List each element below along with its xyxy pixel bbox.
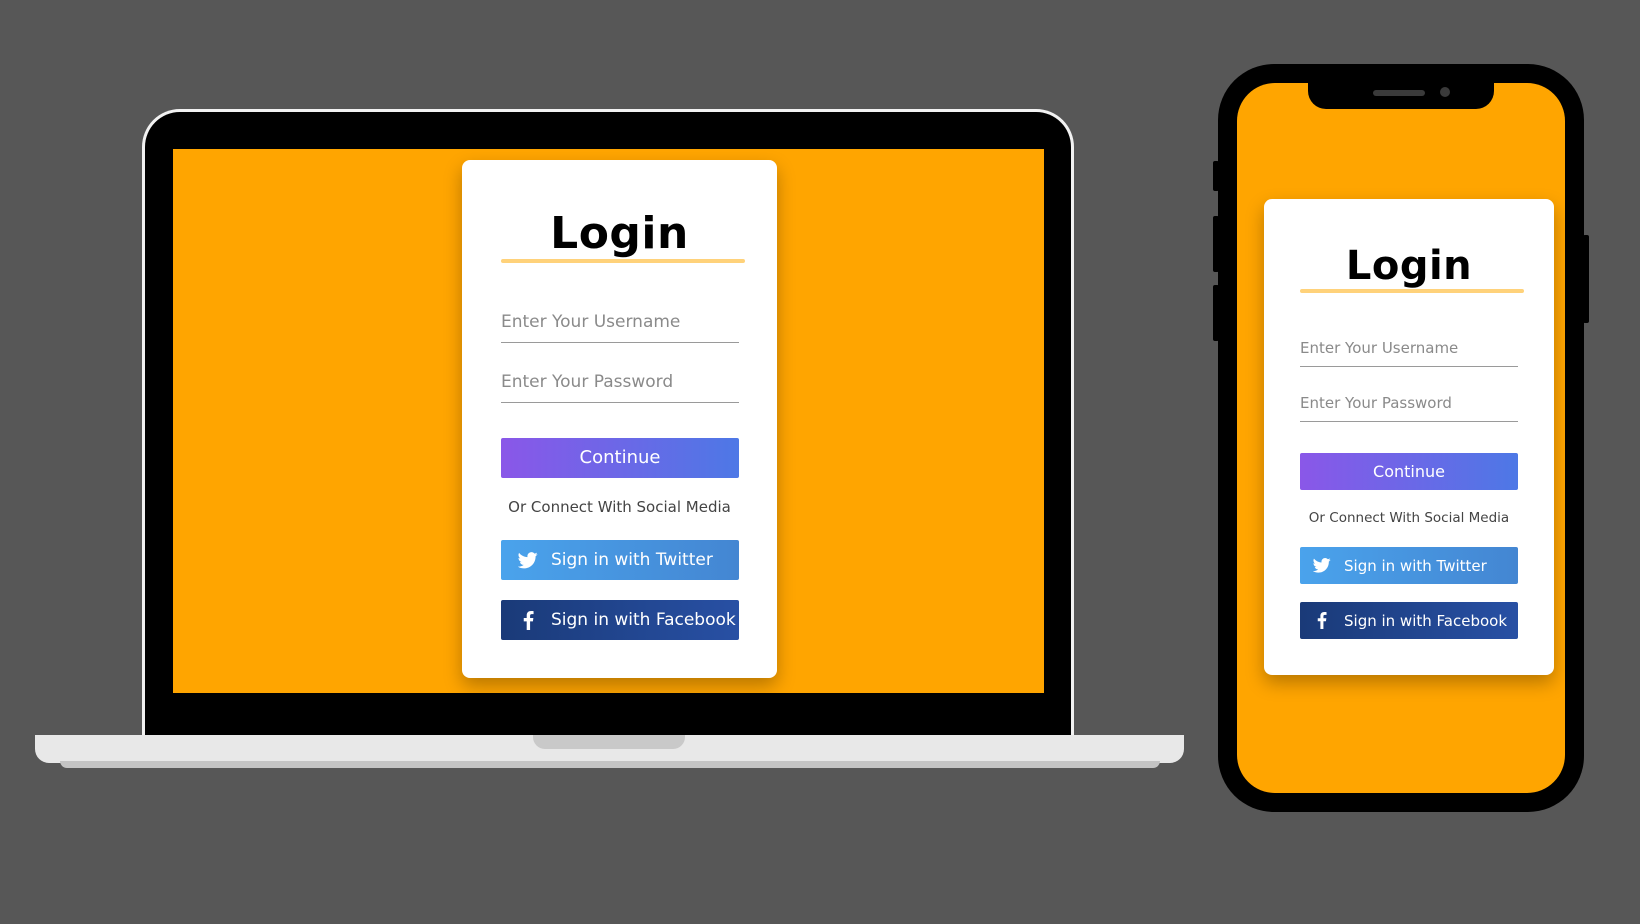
login-title: Login — [550, 208, 689, 259]
continue-button[interactable]: Continue — [1300, 453, 1518, 490]
title-underline — [501, 259, 745, 263]
twitter-signin-label: Sign in with Twitter — [1344, 556, 1487, 575]
facebook-f-icon — [517, 610, 539, 630]
title-underline — [1300, 289, 1524, 293]
twitter-signin-label: Sign in with Twitter — [551, 550, 713, 570]
phone-camera — [1440, 87, 1450, 97]
laptop-base-edge — [60, 761, 1160, 768]
social-divider-text: Or Connect With Social Media — [1308, 510, 1510, 526]
continue-button[interactable]: Continue — [501, 438, 739, 478]
facebook-signin-label: Sign in with Facebook — [1344, 611, 1508, 630]
twitter-signin-button[interactable]: Sign in with Twitter — [1300, 547, 1518, 584]
facebook-signin-button[interactable]: Sign in with Facebook — [1300, 602, 1518, 639]
facebook-signin-button[interactable]: Sign in with Facebook — [501, 600, 739, 640]
laptop-login-card: Login Enter Your Username Enter Your Pas… — [462, 160, 777, 678]
facebook-f-icon — [1312, 612, 1332, 629]
password-input[interactable]: Enter Your Password — [501, 372, 739, 403]
laptop-trackpad-notch — [533, 735, 685, 749]
password-input[interactable]: Enter Your Password — [1300, 394, 1518, 422]
login-title: Login — [1345, 243, 1473, 289]
twitter-bird-icon — [517, 551, 539, 569]
username-input[interactable]: Enter Your Username — [1300, 339, 1518, 367]
facebook-signin-label: Sign in with Facebook — [551, 610, 736, 630]
twitter-signin-button[interactable]: Sign in with Twitter — [501, 540, 739, 580]
username-input[interactable]: Enter Your Username — [501, 312, 739, 343]
twitter-bird-icon — [1312, 558, 1332, 573]
phone-speaker — [1373, 90, 1425, 96]
phone-login-card: Login Enter Your Username Enter Your Pas… — [1264, 199, 1554, 675]
social-divider-text: Or Connect With Social Media — [508, 498, 731, 516]
